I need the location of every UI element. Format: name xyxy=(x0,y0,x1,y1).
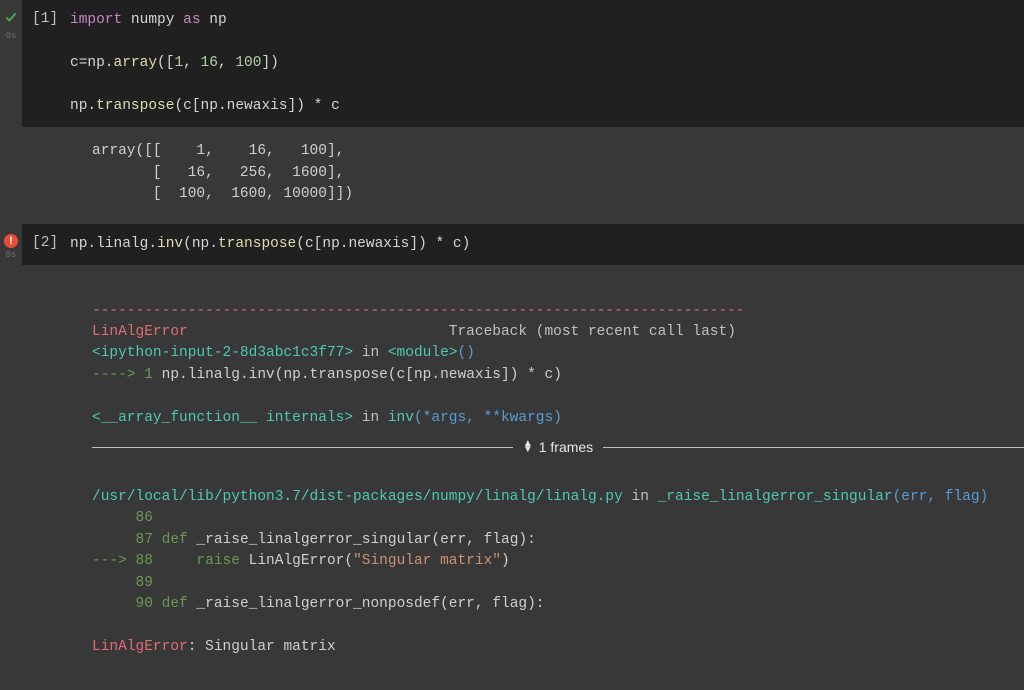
cell-1-code[interactable]: import numpy as np c=np.array([1, 16, 10… xyxy=(70,10,1024,117)
error-type: LinAlgError xyxy=(92,324,188,340)
notebook-cell-1: 0s [1] import numpy as np c=np.array([1,… xyxy=(0,0,1024,224)
final-error-msg: Singular matrix xyxy=(205,639,336,655)
cell-2-exec-time: 0s xyxy=(6,250,17,260)
final-error-type: LinAlgError xyxy=(92,639,188,655)
cell-1-output: array([[ 1, 16, 100], [ 16, 256, 1600], … xyxy=(22,133,1024,223)
cell-2-code[interactable]: np.linalg.inv(np.transpose(c[np.newaxis]… xyxy=(70,234,1024,255)
frames-line-right xyxy=(603,447,1024,448)
check-icon xyxy=(4,10,18,29)
notebook-cell-2: ! 0s [2] np.linalg.inv(np.transpose(c[np… xyxy=(0,224,1024,690)
cell-1-input[interactable]: [1] import numpy as np c=np.array([1, 16… xyxy=(22,0,1024,127)
cell-2-input[interactable]: [2] np.linalg.inv(np.transpose(c[np.newa… xyxy=(22,224,1024,265)
cell-1-gutter: 0s xyxy=(0,0,22,224)
frames-label: 1 frames xyxy=(539,437,593,458)
frames-expand-bar[interactable]: ▲▼ 1 frames xyxy=(92,435,1024,459)
cell-2-prompt: [2] xyxy=(22,234,70,251)
chevron-up-down-icon[interactable]: ▲▼ xyxy=(523,441,533,453)
cell-2-gutter: ! 0s xyxy=(0,224,22,690)
cell-2-traceback: ----------------------------------------… xyxy=(22,271,1024,690)
traceback-separator: ----------------------------------------… xyxy=(92,303,745,319)
cell-1-exec-time: 0s xyxy=(6,31,17,41)
frames-line-left xyxy=(92,447,513,448)
error-icon: ! xyxy=(4,234,18,248)
cell-1-prompt: [1] xyxy=(22,10,70,27)
